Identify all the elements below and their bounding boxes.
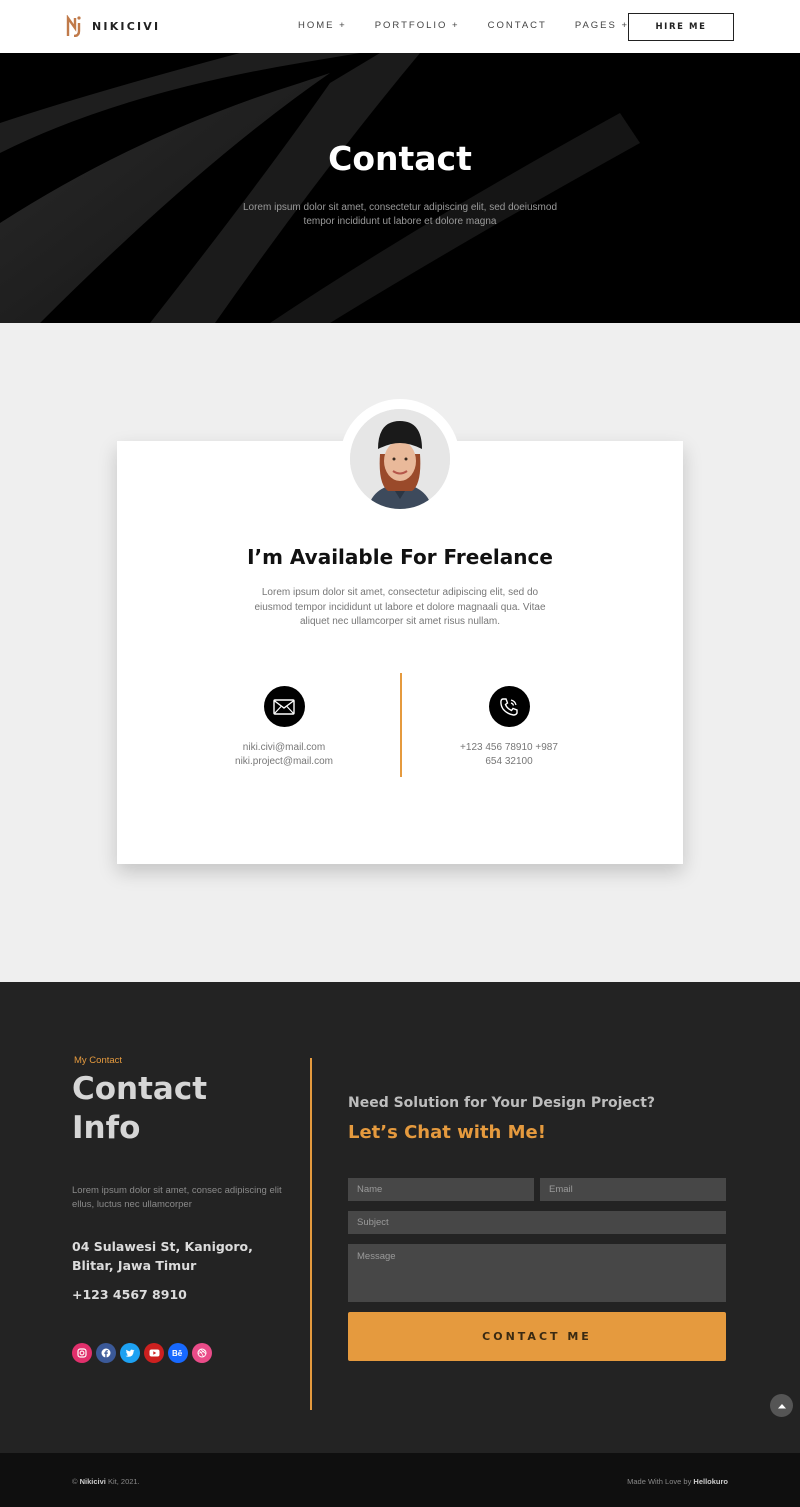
message-textarea[interactable] <box>348 1244 726 1302</box>
site-header: NIKICIVI HOME + PORTFOLIO + CONTACT PAGE… <box>0 0 800 53</box>
copyright: © Nikicivi Kit, 2021. <box>72 1477 140 1486</box>
subject-input[interactable] <box>348 1211 726 1234</box>
nav-item-contact[interactable]: CONTACT <box>488 20 547 31</box>
scroll-to-top-button[interactable] <box>770 1394 793 1417</box>
chevron-up-icon <box>777 1403 786 1408</box>
behance-icon[interactable]: Bē <box>168 1343 188 1363</box>
site-footer: © Nikicivi Kit, 2021. Made With Love by … <box>0 1453 800 1507</box>
section-eyebrow: My Contact <box>74 1055 123 1066</box>
made-by-prefix: Made With Love by <box>627 1477 694 1486</box>
contact-phone[interactable]: +123 4567 8910 <box>72 1287 187 1302</box>
card-title: I’m Available For Freelance <box>247 545 553 569</box>
phone-secondary[interactable]: 654 32100 <box>409 755 609 769</box>
copyright-text: Kit, 2021. <box>105 1477 140 1486</box>
logo-mark-icon <box>66 15 81 37</box>
youtube-icon[interactable] <box>144 1343 164 1363</box>
avatar <box>350 409 450 509</box>
contact-me-button[interactable]: CONTACT ME <box>348 1312 726 1361</box>
footer-brand: Nikicivi <box>79 1477 106 1486</box>
instagram-icon[interactable] <box>72 1343 92 1363</box>
contact-info-title-line1: Contact <box>72 1071 208 1107</box>
copyright-symbol: © <box>72 1477 78 1486</box>
page-title: Contact <box>328 139 472 178</box>
freelance-section: I’m Available For Freelance Lorem ipsum … <box>0 323 800 982</box>
email-block: niki.civi@mail.com niki.project@mail.com <box>184 686 384 769</box>
hero-background-swoosh <box>0 53 640 323</box>
contact-info-section: My Contact Contact Info Lorem ipsum dolo… <box>0 982 800 1453</box>
hero-subtitle: Lorem ipsum dolor sit amet, consectetur … <box>242 202 558 227</box>
phone-primary[interactable]: +123 456 78910 +987 <box>409 741 609 755</box>
facebook-icon[interactable] <box>96 1343 116 1363</box>
main-nav: HOME + PORTFOLIO + CONTACT PAGES + <box>298 20 657 31</box>
form-heading: Need Solution for Your Design Project? <box>348 1095 656 1111</box>
contact-info-title-line2: Info <box>72 1110 141 1146</box>
vertical-divider <box>400 673 402 777</box>
hire-me-button[interactable]: HIRE ME <box>628 13 734 41</box>
email-primary[interactable]: niki.civi@mail.com <box>184 741 384 755</box>
email-secondary[interactable]: niki.project@mail.com <box>184 755 384 769</box>
logo[interactable]: NIKICIVI <box>66 15 160 37</box>
twitter-icon[interactable] <box>120 1343 140 1363</box>
phone-icon <box>488 686 530 727</box>
name-input[interactable] <box>348 1178 534 1201</box>
phone-block: +123 456 78910 +987 654 32100 <box>409 686 609 769</box>
hero-banner: Contact Lorem ipsum dolor sit amet, cons… <box>0 53 800 323</box>
email-input[interactable] <box>540 1178 726 1201</box>
made-by-credit: Made With Love by Hellokuro <box>627 1477 728 1486</box>
brand-name: NIKICIVI <box>92 19 161 33</box>
social-links: Bē <box>72 1343 212 1363</box>
mail-icon <box>263 686 305 727</box>
card-description: Lorem ipsum dolor sit amet, consectetur … <box>254 587 546 627</box>
form-subheading: Let’s Chat with Me! <box>348 1122 546 1143</box>
dribbble-icon[interactable] <box>192 1343 212 1363</box>
contact-info-title: Contact Info <box>72 1070 272 1148</box>
nav-item-pages[interactable]: PAGES + <box>575 20 629 31</box>
made-by-name[interactable]: Hellokuro <box>693 1477 728 1486</box>
svg-text:Bē: Bē <box>172 1349 183 1357</box>
nav-item-home[interactable]: HOME + <box>298 20 347 31</box>
contact-address: 04 Sulawesi St, Kanigoro, Blitar, Jawa T… <box>72 1239 253 1273</box>
nav-item-portfolio[interactable]: PORTFOLIO + <box>375 20 460 31</box>
contact-info-description: Lorem ipsum dolor sit amet, consec adipi… <box>72 1185 282 1210</box>
section-divider <box>310 1058 312 1410</box>
